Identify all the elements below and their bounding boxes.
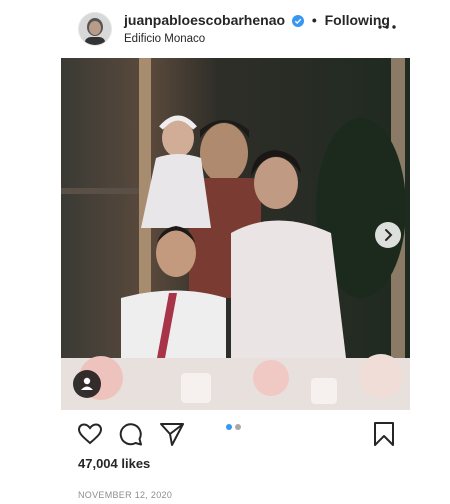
user-tag-icon (81, 377, 93, 390)
verified-badge-icon (291, 14, 304, 30)
share-icon[interactable] (158, 420, 186, 448)
post-photo[interactable] (61, 58, 410, 410)
user-tag-button[interactable] (73, 370, 101, 398)
likes-count[interactable]: 47,004 likes (78, 456, 150, 471)
carousel-indicator (226, 424, 248, 430)
location-link[interactable]: Edificio Monaco (124, 33, 205, 45)
carousel-dot (226, 424, 232, 430)
username[interactable]: juanpabloescobarhenao (124, 12, 285, 28)
heart-icon[interactable] (76, 420, 104, 448)
carousel-dot (235, 424, 241, 430)
bookmark-icon[interactable] (370, 420, 398, 448)
post-header: juanpabloescobarhenao • Following Edific… (0, 0, 450, 58)
chevron-right-icon (385, 229, 393, 241)
more-options-icon[interactable] (377, 20, 397, 34)
separator-dot: • (311, 12, 317, 28)
post-date: NOVEMBER 12, 2020 (78, 490, 173, 500)
avatar[interactable] (78, 12, 112, 46)
action-bar (0, 410, 450, 454)
comment-icon[interactable] (116, 420, 144, 448)
next-photo-button[interactable] (375, 222, 401, 248)
